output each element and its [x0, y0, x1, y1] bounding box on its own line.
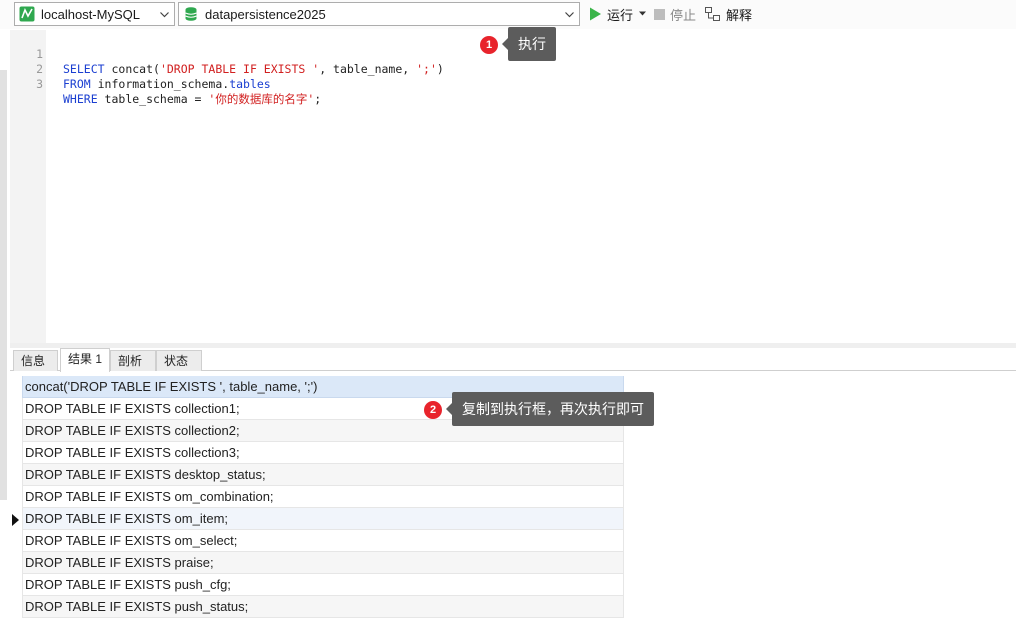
connection-label: localhost-MySQL — [41, 6, 140, 22]
chevron-down-icon — [160, 12, 169, 18]
code-text: WHERE table_schema = '你的数据库的名字'; — [63, 92, 322, 106]
explain-button[interactable]: 解释 — [705, 5, 752, 23]
step-callout-1: 执行 — [502, 27, 556, 61]
table-row[interactable]: DROP TABLE IF EXISTS collection3; — [22, 442, 624, 464]
stop-label: 停止 — [670, 7, 697, 23]
tab-result-1[interactable]: 结果 1 — [60, 348, 110, 372]
run-button[interactable]: 运行 — [589, 5, 633, 23]
step-badge-1: 1 — [480, 36, 498, 54]
table-row[interactable]: DROP TABLE IF EXISTS om_combination; — [22, 486, 624, 508]
chevron-down-icon — [565, 12, 574, 18]
run-dropdown-icon[interactable] — [639, 10, 646, 17]
panel-edge — [0, 70, 7, 500]
tab-status[interactable]: 状态 — [156, 350, 202, 371]
stop-icon — [654, 8, 665, 20]
navicat-query-window: localhost-MySQL datapersistence2025 运行 停… — [0, 0, 1016, 627]
explain-label: 解释 — [726, 7, 753, 23]
table-row[interactable]: DROP TABLE IF EXISTS praise; — [22, 552, 624, 574]
sql-editor[interactable]: 1 SELECT concat('DROP TABLE IF EXISTS ',… — [10, 30, 1016, 343]
table-row[interactable]: DROP TABLE IF EXISTS om_select; — [22, 530, 624, 552]
query-toolbar: localhost-MySQL datapersistence2025 运行 停… — [0, 0, 1016, 29]
database-select[interactable]: datapersistence2025 — [178, 2, 580, 26]
table-row[interactable]: DROP TABLE IF EXISTS om_item; — [22, 508, 624, 530]
step-callout-2: 复制到执行框，再次执行即可 — [446, 392, 654, 426]
explain-icon — [705, 6, 720, 21]
step-badge-2: 2 — [424, 401, 442, 419]
current-row-arrow-icon — [12, 514, 19, 526]
code-line: 3 WHERE table_schema = '你的数据库的名字'; — [10, 62, 1010, 106]
run-label: 运行 — [607, 7, 634, 23]
mysql-connection-icon — [19, 6, 35, 22]
connection-select[interactable]: localhost-MySQL — [14, 2, 175, 26]
code-text: FROM information_schema.tables — [63, 77, 271, 91]
tab-info[interactable]: 信息 — [13, 350, 58, 371]
result-tabs: 信息 结果 1 剖析 状态 — [10, 348, 1016, 372]
database-label: datapersistence2025 — [205, 6, 326, 22]
table-row[interactable]: DROP TABLE IF EXISTS push_status; — [22, 596, 624, 618]
tab-profile[interactable]: 剖析 — [110, 350, 156, 371]
play-icon — [590, 7, 601, 21]
line-number: 3 — [36, 77, 43, 91]
table-row[interactable]: DROP TABLE IF EXISTS push_cfg; — [22, 574, 624, 596]
stop-button[interactable]: 停止 — [654, 5, 696, 23]
table-row[interactable]: DROP TABLE IF EXISTS desktop_status; — [22, 464, 624, 486]
database-icon — [185, 7, 197, 21]
